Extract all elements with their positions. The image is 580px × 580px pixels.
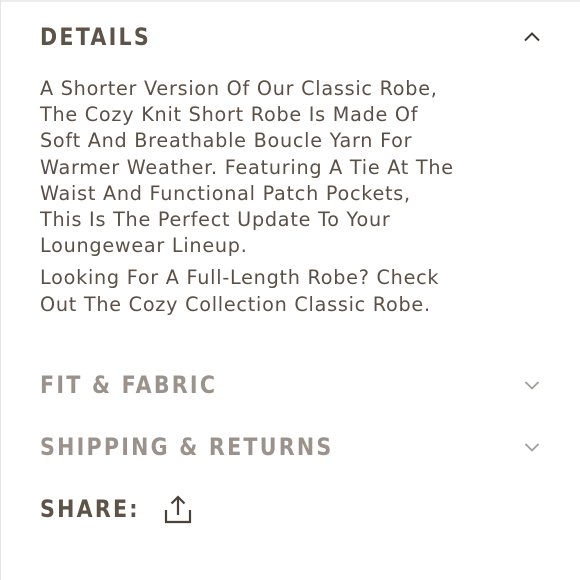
chevron-down-icon[interactable] [522, 378, 542, 392]
details-title: DETAILS [40, 23, 152, 51]
fit-fabric-title: FIT & FABRIC [40, 371, 218, 399]
details-cross-sell-note: Looking For A Full-Length Robe? Check Ou… [40, 266, 440, 316]
share-icon [164, 495, 192, 524]
share-row: SHARE: [40, 490, 198, 528]
details-content: A Shorter Version Of Our Classic Robe, T… [40, 76, 540, 318]
fit-fabric-accordion-header[interactable]: FIT & FABRIC [40, 368, 542, 402]
chevron-down-icon[interactable] [522, 440, 542, 454]
left-divider [0, 0, 1, 580]
share-button[interactable] [158, 490, 198, 528]
share-label: SHARE: [40, 495, 140, 523]
details-accordion-header[interactable]: DETAILS [40, 20, 542, 54]
details-description: A Shorter Version Of Our Classic Robe, T… [40, 77, 454, 258]
shipping-returns-title: SHIPPING & RETURNS [40, 433, 334, 461]
chevron-up-icon[interactable] [522, 30, 542, 44]
shipping-returns-accordion-header[interactable]: SHIPPING & RETURNS [40, 430, 542, 464]
top-divider [0, 0, 580, 2]
